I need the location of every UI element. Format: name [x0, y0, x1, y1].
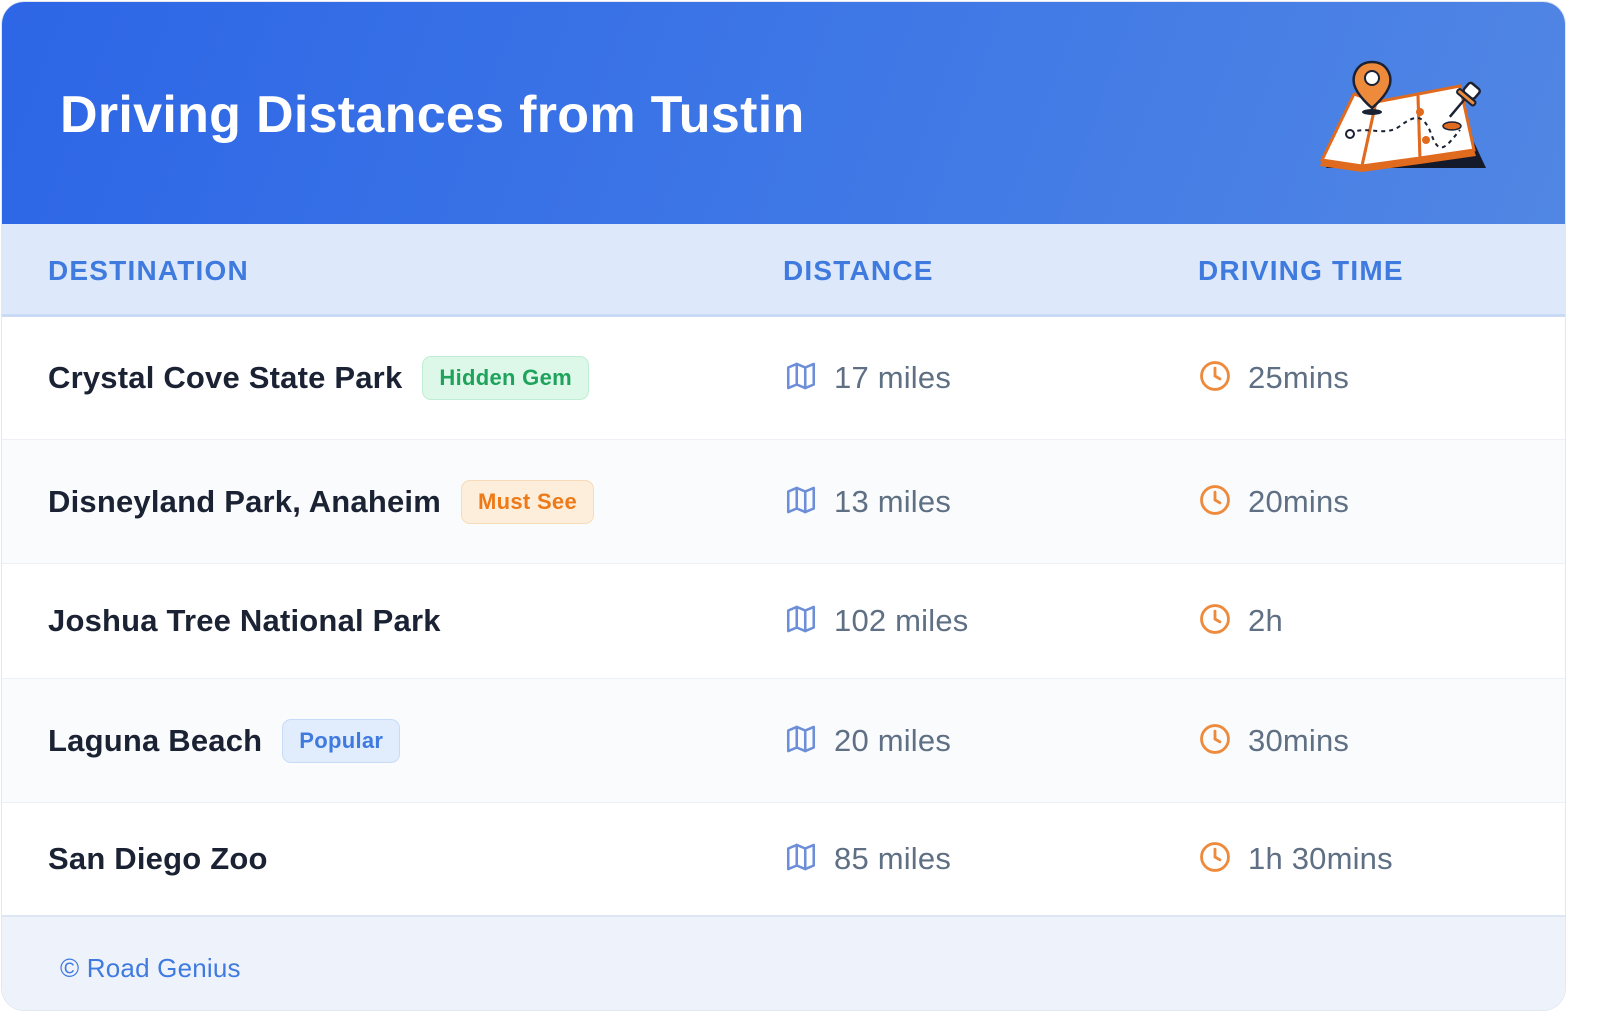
map-icon — [786, 486, 816, 513]
distance-table-card: Driving Distances from Tustin DESTINATIO… — [2, 2, 1565, 1010]
destination-name: Disneyland Park, Anaheim — [48, 483, 442, 519]
clock-icon — [1200, 723, 1230, 754]
map-icon — [786, 362, 816, 390]
header-banner: Driving Distances from Tustin — [2, 2, 1565, 224]
distance-cell: 13 miles — [784, 440, 951, 563]
page-title: Driving Distances from Tustin — [60, 86, 805, 144]
driving-time-value: 30mins — [1248, 722, 1350, 758]
table-row: Disneyland Park, Anaheim Must See 13 mil… — [2, 440, 1565, 564]
clock-icon — [1200, 484, 1230, 515]
table-row: Joshua Tree National Park 102 miles 2h — [2, 564, 1565, 679]
clock-icon — [1200, 361, 1230, 391]
driving-time-cell: 20mins — [1198, 440, 1349, 563]
driving-time-cell: 25mins — [1198, 317, 1349, 439]
distance-value: 17 miles — [834, 360, 952, 395]
distance-value: 85 miles — [834, 841, 952, 876]
destination-name: San Diego Zoo — [48, 841, 268, 876]
clock-icon — [1200, 604, 1230, 634]
column-header-destination: DESTINATION — [48, 255, 249, 286]
destination-cell: San Diego Zoo — [48, 803, 268, 915]
folded-map-with-location-pin-icon — [1319, 60, 1486, 172]
distance-cell: 20 miles — [784, 679, 951, 802]
map-icon — [786, 725, 816, 752]
footer: © Road Genius — [2, 915, 1565, 1010]
distance-cell: 102 miles — [784, 564, 968, 678]
driving-time-cell: 1h 30mins — [1198, 803, 1393, 915]
clock-icon — [1200, 842, 1230, 872]
distance-cell: 85 miles — [784, 803, 951, 915]
status-badge: Popular — [282, 718, 401, 763]
table-row: Laguna Beach Popular 20 miles 30mins — [2, 679, 1565, 803]
table-row: San Diego Zoo 85 miles 1h 30mins — [2, 803, 1565, 915]
footer-credit: © Road Genius — [60, 953, 241, 983]
distance-value: 102 miles — [834, 603, 969, 638]
destination-name: Crystal Cove State Park — [48, 360, 403, 395]
driving-time-value: 20mins — [1248, 483, 1350, 519]
driving-time-cell: 30mins — [1198, 679, 1349, 802]
status-badge: Hidden Gem — [422, 356, 589, 400]
map-icon — [786, 843, 816, 871]
driving-time-cell: 2h — [1198, 564, 1283, 678]
destination-cell: Crystal Cove State Park Hidden Gem — [48, 317, 589, 439]
table-header: DESTINATION DISTANCE DRIVING TIME — [2, 224, 1565, 317]
driving-time-value: 1h 30mins — [1248, 841, 1393, 876]
destination-name: Laguna Beach — [48, 722, 263, 758]
destination-name: Joshua Tree National Park — [48, 603, 441, 638]
destination-cell: Disneyland Park, Anaheim Must See — [48, 440, 594, 563]
destination-cell: Laguna Beach Popular — [48, 679, 401, 802]
driving-time-value: 2h — [1248, 603, 1283, 638]
column-header-driving-time: DRIVING TIME — [1198, 255, 1404, 286]
map-icon — [786, 605, 816, 633]
distance-value: 20 miles — [834, 722, 952, 758]
status-badge: Must See — [461, 479, 594, 524]
table-row: Crystal Cove State Park Hidden Gem 17 mi… — [2, 317, 1565, 440]
destination-cell: Joshua Tree National Park — [48, 564, 441, 678]
column-header-distance: DISTANCE — [783, 255, 934, 286]
driving-time-value: 25mins — [1248, 360, 1350, 395]
distance-value: 13 miles — [834, 483, 952, 519]
distance-cell: 17 miles — [784, 317, 951, 439]
